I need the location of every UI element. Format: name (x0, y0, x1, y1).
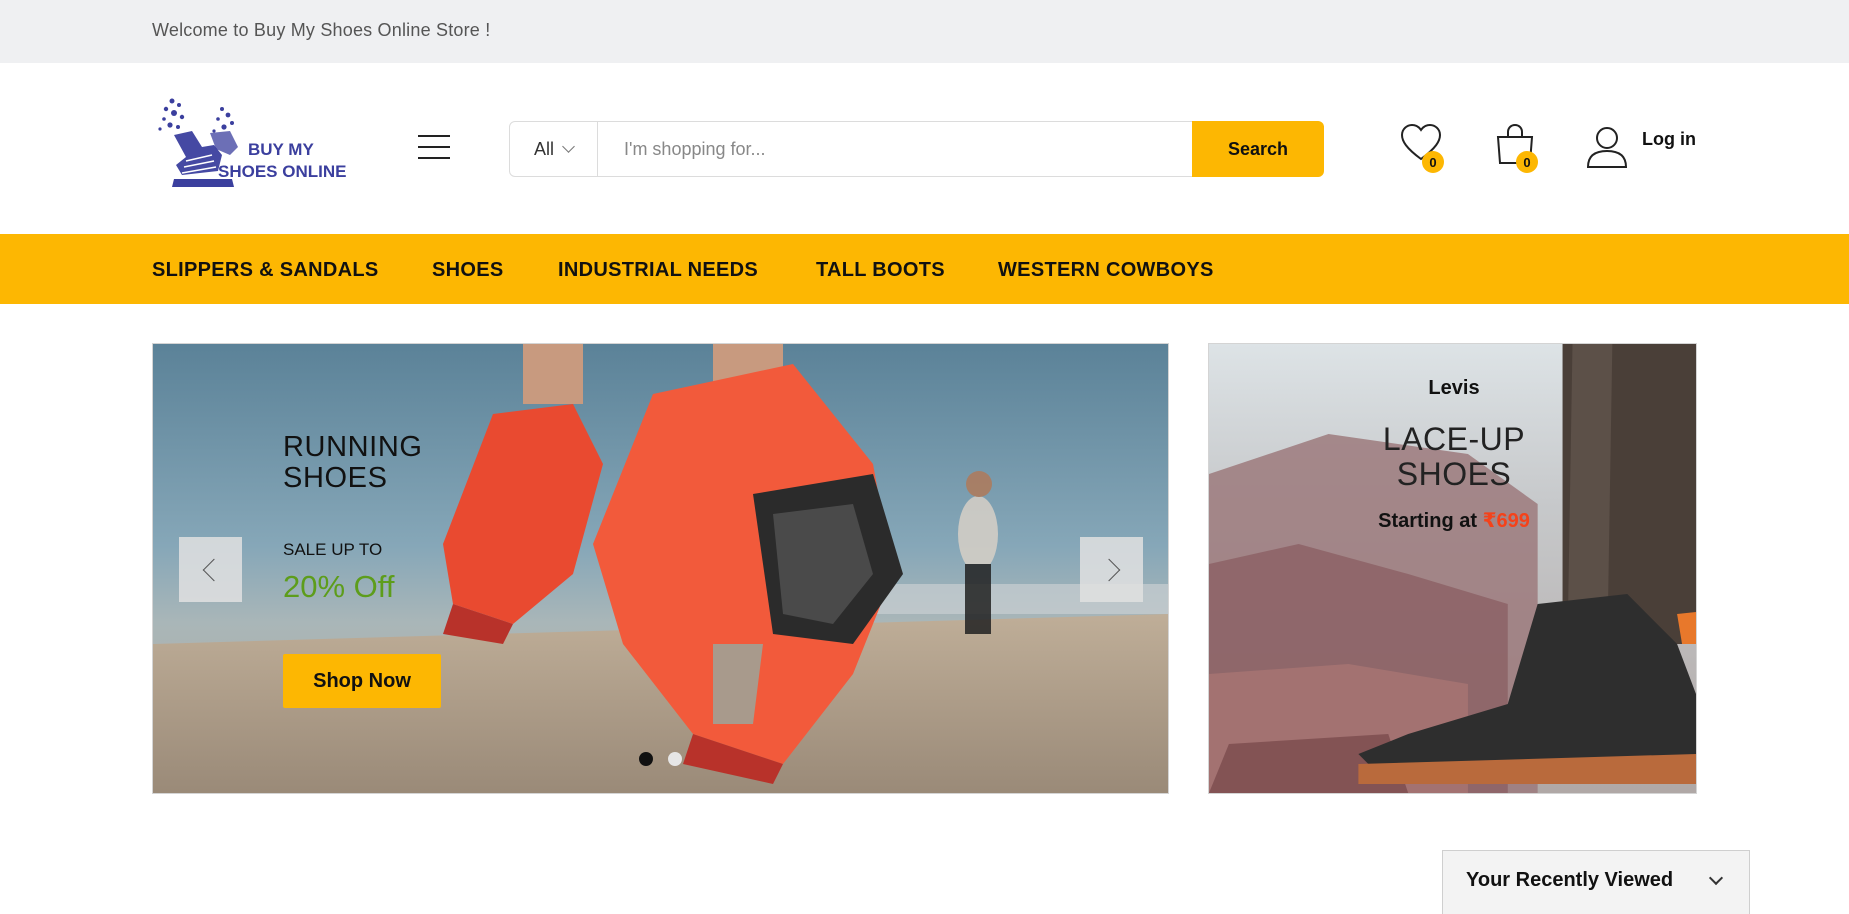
nav-item-slippers-sandals[interactable]: SLIPPERS & SANDALS (152, 259, 379, 282)
chevron-right-icon (1097, 558, 1120, 581)
site-header: BUY MY SHOES ONLINE All Search 0 0 Log (0, 63, 1849, 234)
slider-next-button[interactable] (1080, 537, 1143, 602)
recently-viewed-label: Your Recently Viewed (1466, 869, 1674, 891)
search-input[interactable] (598, 122, 1192, 176)
logo-text-line1: BUY MY (248, 140, 314, 159)
top-welcome-bar: Welcome to Buy My Shoes Online Store ! (0, 0, 1849, 63)
recently-viewed-toggle[interactable]: Your Recently Viewed (1442, 850, 1750, 914)
chevron-down-icon (562, 140, 575, 153)
cart-count-badge: 0 (1516, 151, 1538, 173)
slide-title-line2: SHOES (283, 462, 388, 494)
logo-text-line2: SHOES ONLINE (218, 162, 347, 181)
chevron-down-icon (1708, 870, 1724, 886)
promo-price: ₹699 (1482, 510, 1530, 532)
wishlist-count-badge: 0 (1422, 151, 1444, 173)
slide-discount: 20% Off (283, 569, 395, 604)
shop-now-button[interactable]: Shop Now (283, 654, 441, 708)
search-category-value: All (534, 138, 555, 159)
slide-title: RUNNING SHOES (283, 432, 423, 494)
wishlist-button[interactable]: 0 (1400, 123, 1444, 173)
search-category-select[interactable]: All (510, 122, 598, 176)
promo-brand: Levis (1428, 377, 1480, 399)
lace-up-shoes-banner-image (1209, 344, 1696, 793)
cart-button[interactable]: 0 (1494, 123, 1538, 173)
nav-item-tall-boots[interactable]: TALL BOOTS (816, 259, 945, 282)
account-button[interactable] (1586, 125, 1630, 173)
menu-icon[interactable] (418, 135, 450, 159)
logo-text: BUY MY SHOES ONLINE (218, 139, 346, 183)
nav-item-western-cowboys[interactable]: WESTERN COWBOYS (998, 259, 1214, 282)
nav-item-industrial-needs[interactable]: INDUSTRIAL NEEDS (558, 259, 758, 282)
hero-slider: RUNNING SHOES SALE UP TO 20% Off Shop No… (152, 343, 1169, 794)
site-logo[interactable]: BUY MY SHOES ONLINE (152, 95, 387, 195)
promo-banner[interactable]: Levis LACE-UP SHOES Starting at ₹699 (1208, 343, 1697, 794)
promo-price-prefix: Starting at (1378, 510, 1478, 532)
promo-title: LACE-UP SHOES (1209, 421, 1696, 492)
user-icon (1586, 127, 1628, 168)
category-nav: SLIPPERS & SANDALS SHOES INDUSTRIAL NEED… (0, 234, 1849, 304)
slider-dot-1[interactable] (639, 752, 653, 766)
login-link[interactable]: Log in (1642, 129, 1696, 150)
search-button[interactable]: Search (1192, 121, 1324, 177)
promo-title-line2: SHOES (1396, 456, 1512, 492)
slider-prev-button[interactable] (179, 537, 242, 602)
nav-item-shoes[interactable]: SHOES (432, 259, 504, 282)
chevron-left-icon (202, 558, 225, 581)
welcome-message: Welcome to Buy My Shoes Online Store ! (152, 20, 491, 40)
promo-price-line: Starting at ₹699 (1209, 508, 1696, 533)
slider-dot-2[interactable] (668, 752, 682, 766)
slide-sale-label: SALE UP TO (283, 540, 383, 559)
promo-title-line1: LACE-UP (1382, 421, 1526, 457)
slide-title-line1: RUNNING (283, 431, 423, 463)
search-bar: All Search (509, 121, 1324, 177)
